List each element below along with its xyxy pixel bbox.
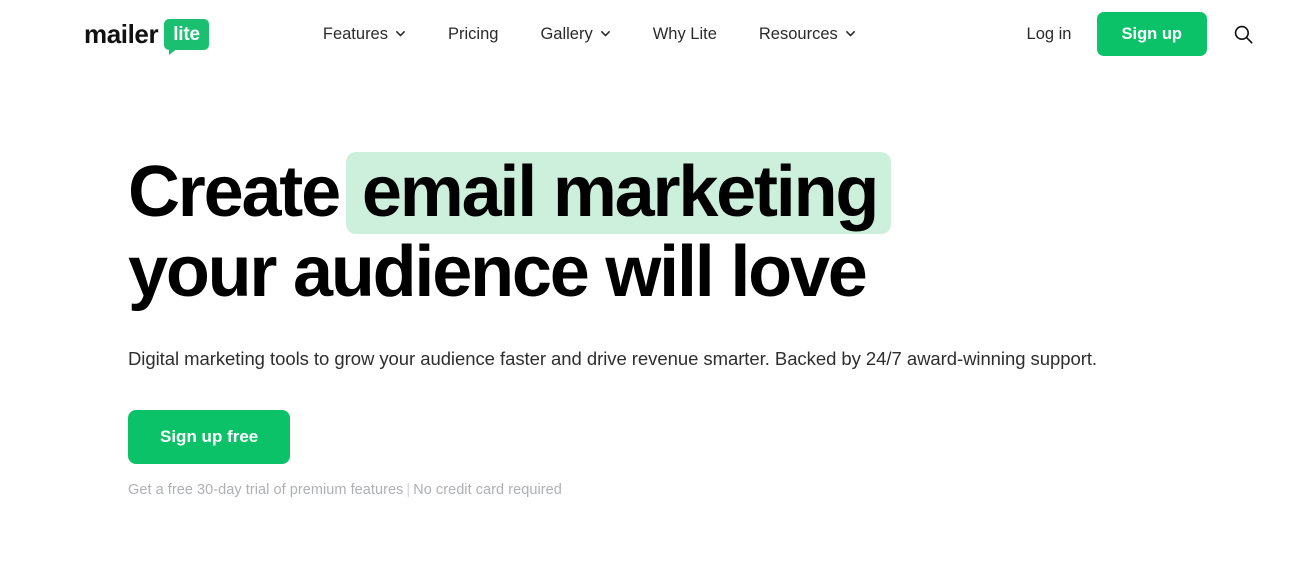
main-navigation: Features Pricing Gallery Why Lite Resour… — [323, 26, 856, 43]
nav-item-pricing[interactable]: Pricing — [448, 26, 498, 43]
nav-item-why-lite[interactable]: Why Lite — [653, 26, 717, 43]
search-icon[interactable] — [1229, 20, 1258, 49]
cta-disclaimer: Get a free 30-day trial of premium featu… — [128, 482, 1316, 498]
note-separator: | — [406, 482, 411, 499]
nav-label-pricing: Pricing — [448, 24, 499, 43]
nav-label-why-lite: Why Lite — [652, 24, 717, 43]
login-link[interactable]: Log in — [1027, 25, 1072, 44]
page-title: Create email marketing your audience will… — [128, 152, 1068, 313]
nav-label-features: Features — [322, 24, 388, 43]
chevron-down-icon — [395, 28, 406, 39]
signup-button[interactable]: Sign up — [1096, 11, 1207, 57]
nav-label-resources: Resources — [758, 24, 838, 43]
hero-title-line1-lead: Create — [128, 152, 341, 232]
hero-section: Create email marketing your audience will… — [0, 152, 1316, 498]
logo-lite-badge: lite — [164, 18, 209, 55]
logo-wordmark: mailer — [84, 19, 159, 49]
logo[interactable]: mailer lite — [84, 18, 209, 55]
site-header: mailer lite Features Pricing Gallery Why… — [0, 0, 1316, 68]
nav-label-gallery: Gallery — [540, 24, 593, 43]
hero-subtitle: Digital marketing tools to grow your aud… — [128, 347, 1097, 369]
no-card-note: No credit card required — [413, 482, 562, 499]
nav-item-resources[interactable]: Resources — [759, 26, 856, 43]
header-actions: Log in Sign up — [1027, 11, 1258, 57]
hero-title-highlight: email marketing — [345, 152, 892, 234]
signup-free-button[interactable]: Sign up free — [128, 409, 291, 465]
nav-item-features[interactable]: Features — [323, 26, 406, 43]
chevron-down-icon — [845, 28, 856, 39]
nav-item-gallery[interactable]: Gallery — [540, 26, 610, 43]
chevron-down-icon — [600, 28, 611, 39]
trial-note: Get a free 30-day trial of premium featu… — [128, 482, 404, 499]
hero-title-line2: your audience will love — [128, 231, 868, 312]
